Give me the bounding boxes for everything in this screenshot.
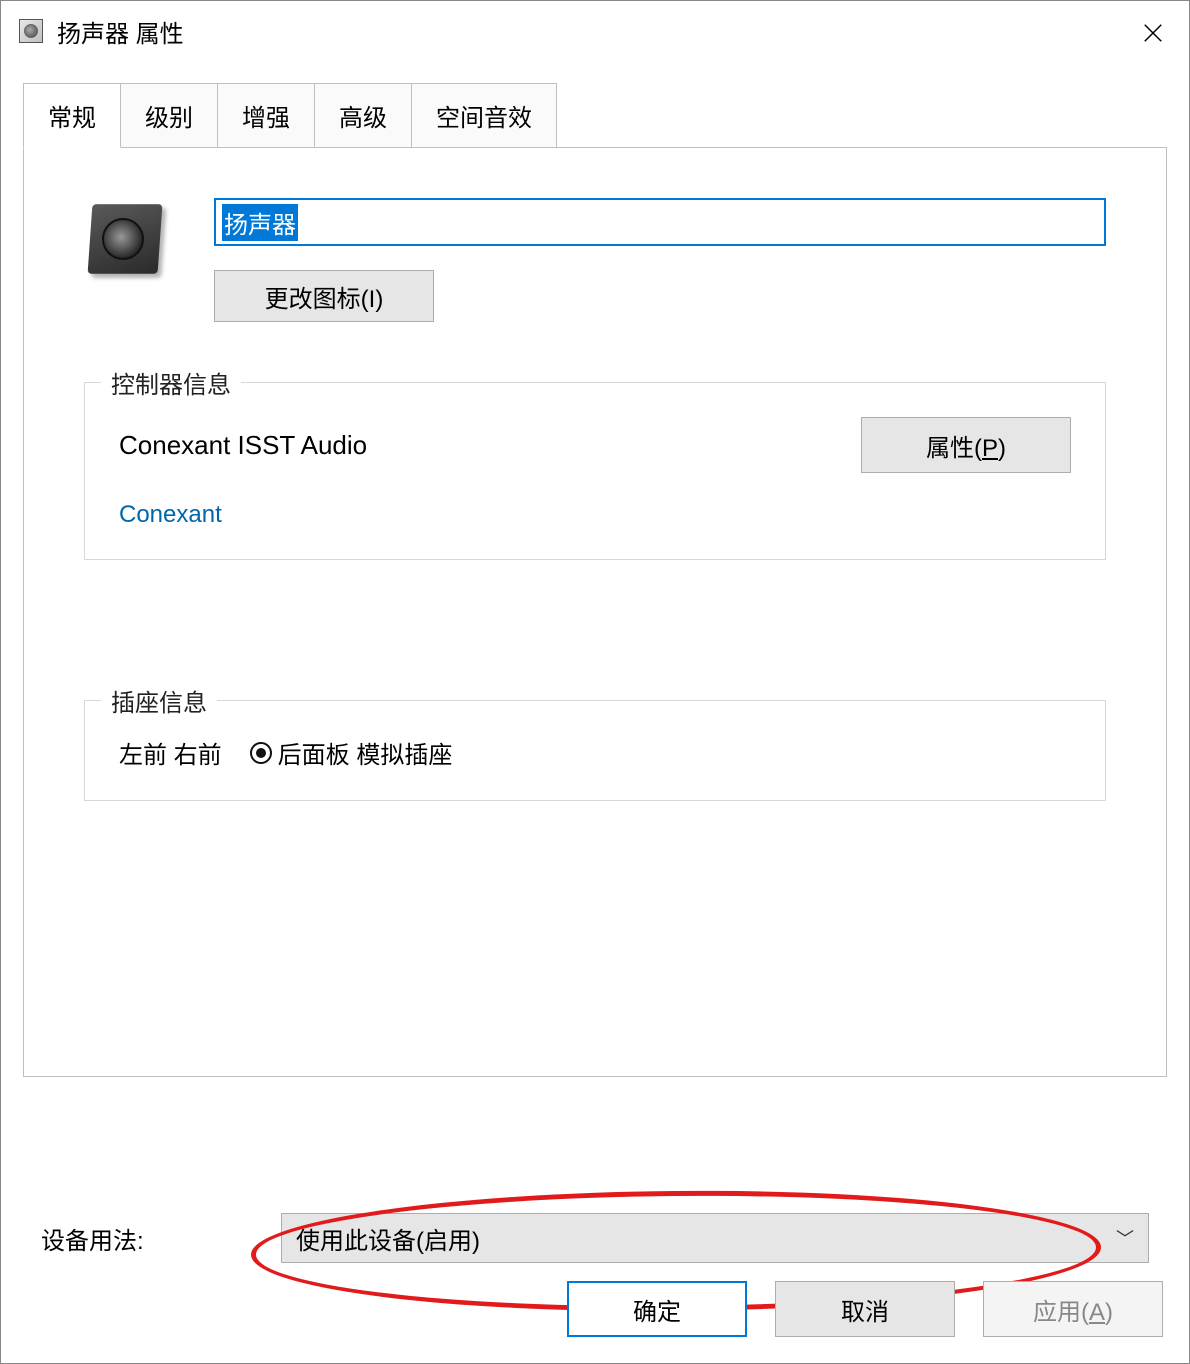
speaker-titlebar-icon bbox=[19, 19, 43, 43]
controller-info-group: 控制器信息 Conexant ISST Audio 属性(P) Conexant bbox=[84, 382, 1106, 560]
device-name-input[interactable]: 扬声器 bbox=[214, 198, 1106, 246]
speaker-properties-dialog: 扬声器 属性 常规 级别 增强 高级 空间音效 扬声器 更改图标(I) bbox=[0, 0, 1190, 1364]
ok-label: 确定 bbox=[633, 1299, 681, 1326]
device-name-value: 扬声器 bbox=[222, 204, 298, 241]
tab-panel-general: 扬声器 更改图标(I) 控制器信息 Conexant ISST Audio 属性… bbox=[23, 147, 1167, 1077]
controller-vendor: Conexant bbox=[119, 501, 1071, 529]
controller-legend: 控制器信息 bbox=[101, 365, 241, 400]
chevron-down-icon: ﹀ bbox=[1116, 1225, 1134, 1251]
device-usage-label: 设备用法: bbox=[41, 1221, 241, 1256]
change-icon-button[interactable]: 更改图标(I) bbox=[214, 270, 434, 322]
tab-strip: 常规 级别 增强 高级 空间音效 bbox=[23, 83, 1189, 147]
close-icon bbox=[1142, 22, 1164, 44]
device-icon bbox=[84, 194, 174, 284]
tab-levels[interactable]: 级别 bbox=[120, 83, 218, 147]
controller-name: Conexant ISST Audio bbox=[119, 430, 367, 461]
device-usage-row: 设备用法: 使用此设备(启用) ﹀ bbox=[41, 1213, 1149, 1263]
controller-properties-button[interactable]: 属性(P) bbox=[861, 417, 1071, 473]
cancel-label: 取消 bbox=[841, 1299, 889, 1326]
device-usage-select[interactable]: 使用此设备(启用) ﹀ bbox=[281, 1213, 1149, 1263]
jack-info-group: 插座信息 左前 右前 后面板 模拟插座 bbox=[84, 700, 1106, 801]
tab-advanced[interactable]: 高级 bbox=[314, 83, 412, 147]
tab-general[interactable]: 常规 bbox=[23, 83, 121, 148]
dialog-title: 扬声器 属性 bbox=[57, 14, 184, 49]
device-usage-value: 使用此设备(启用) bbox=[296, 1221, 480, 1256]
apply-button[interactable]: 应用(A) bbox=[983, 1281, 1163, 1337]
change-icon-label: 更改图标(I) bbox=[265, 286, 384, 313]
jack-radio[interactable] bbox=[250, 742, 272, 764]
dialog-buttons: 确定 取消 应用(A) bbox=[567, 1281, 1163, 1337]
jack-description: 后面板 模拟插座 bbox=[278, 735, 453, 770]
titlebar: 扬声器 属性 bbox=[1, 1, 1189, 61]
tab-enhancements[interactable]: 增强 bbox=[217, 83, 315, 147]
jack-legend: 插座信息 bbox=[101, 683, 217, 718]
close-button[interactable] bbox=[1131, 11, 1175, 55]
jack-position: 左前 右前 bbox=[119, 735, 222, 770]
tab-spatial-sound[interactable]: 空间音效 bbox=[411, 83, 557, 147]
ok-button[interactable]: 确定 bbox=[567, 1281, 747, 1337]
cancel-button[interactable]: 取消 bbox=[775, 1281, 955, 1337]
